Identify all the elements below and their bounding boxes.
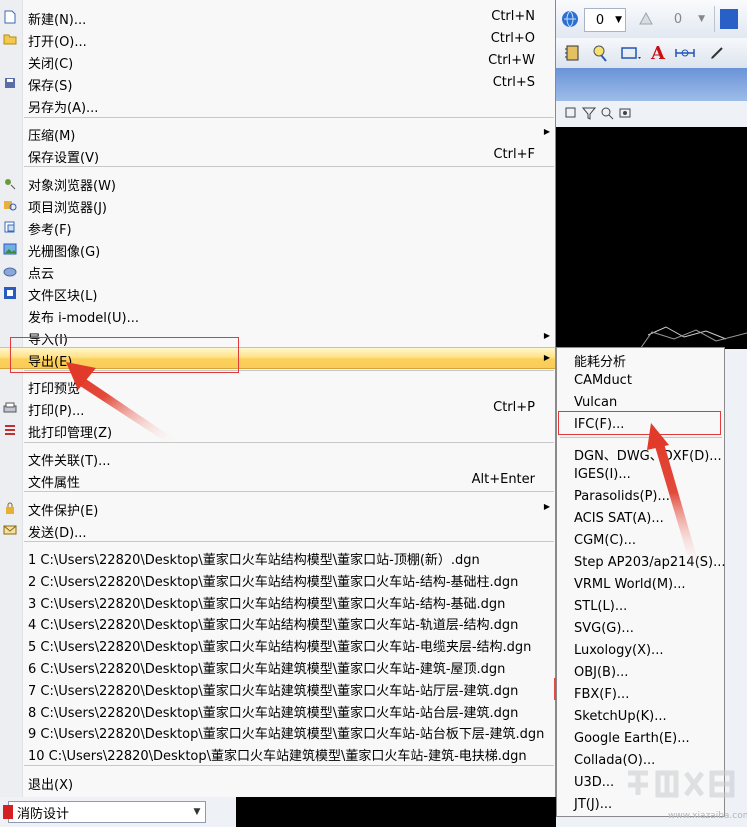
arrow-to-ifc	[647, 423, 700, 571]
arrow-to-export	[66, 362, 176, 446]
watermark-text: www.xiazaiba.com	[668, 811, 747, 821]
annotation-arrows	[66, 362, 700, 571]
